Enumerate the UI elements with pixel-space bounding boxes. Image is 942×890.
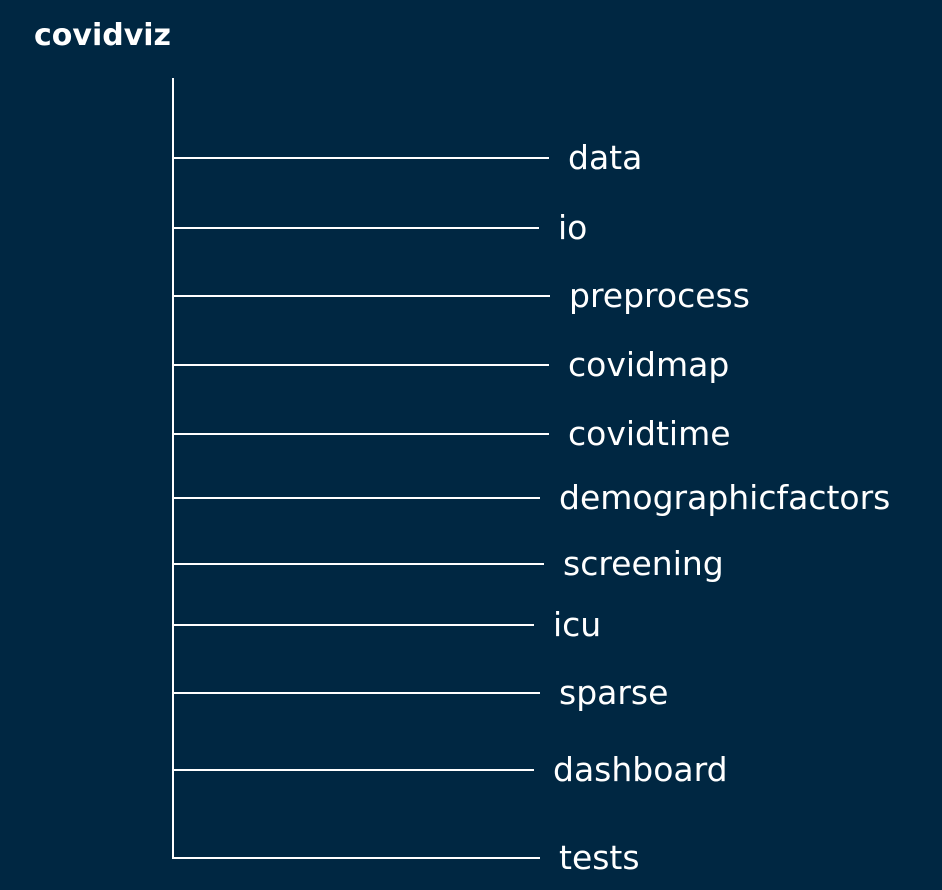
branch-line-io [172, 227, 539, 229]
branch-line-preprocess [172, 295, 550, 297]
module-label-tests: tests [559, 838, 640, 877]
module-label-demographicfactors: demographicfactors [559, 478, 891, 517]
branch-line-dashboard [172, 769, 534, 771]
tree-trunk-line [172, 78, 174, 859]
branch-line-sparse [172, 692, 540, 694]
module-label-icu: icu [553, 605, 602, 644]
module-label-sparse: sparse [559, 673, 669, 712]
module-label-screening: screening [563, 544, 724, 583]
module-label-covidtime: covidtime [568, 414, 731, 453]
branch-line-demographicfactors [172, 497, 540, 499]
branch-line-covidtime [172, 433, 549, 435]
root-package-label: covidviz [34, 18, 172, 53]
branch-line-icu [172, 624, 534, 626]
module-label-io: io [558, 208, 588, 247]
module-label-dashboard: dashboard [553, 750, 728, 789]
branch-line-covidmap [172, 364, 549, 366]
branch-line-data [172, 157, 549, 159]
package-tree-diagram: covidviz data io preprocess covidmap covidti… [0, 0, 942, 890]
module-label-covidmap: covidmap [568, 345, 730, 384]
branch-line-screening [172, 563, 544, 565]
module-label-data: data [568, 138, 643, 177]
branch-line-tests [172, 857, 540, 859]
module-label-preprocess: preprocess [569, 276, 750, 315]
